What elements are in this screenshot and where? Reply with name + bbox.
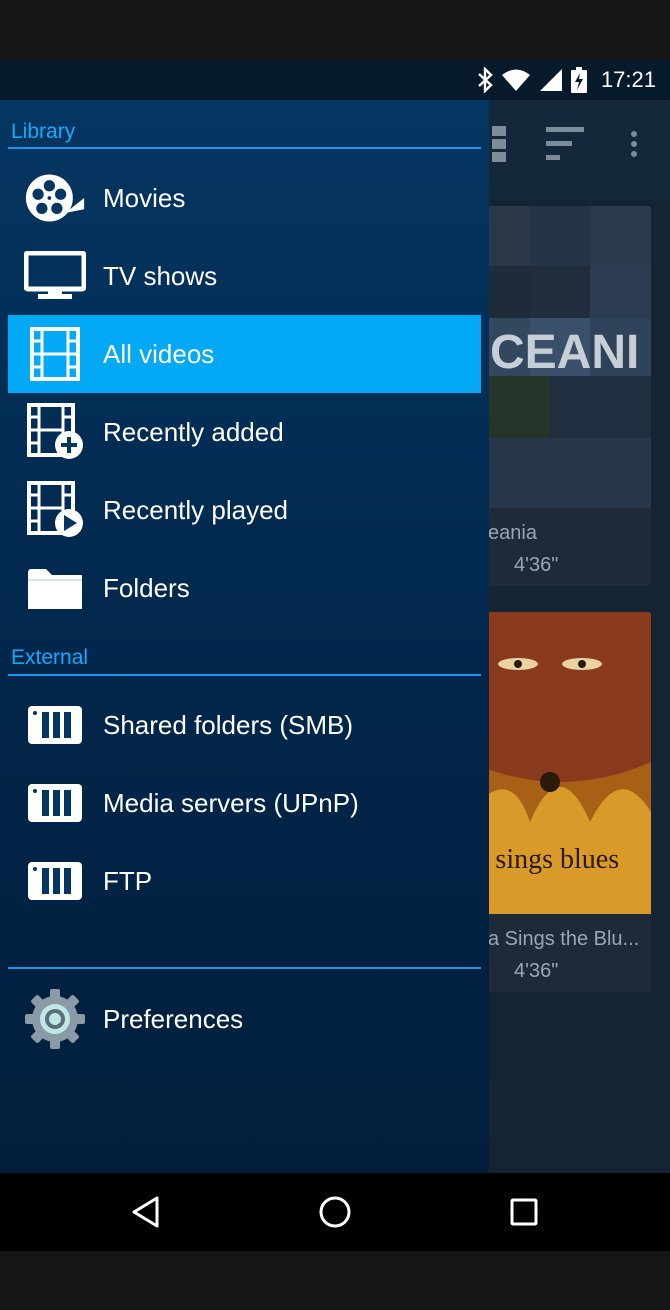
nav-item-folders[interactable]: Folders — [8, 549, 481, 627]
nav-item-ftp[interactable]: FTP — [8, 842, 481, 920]
preferences-divider — [8, 967, 481, 969]
nav-label-ftp: FTP — [103, 865, 153, 896]
system-navigation-bar — [0, 1173, 670, 1251]
film-add-icon — [24, 403, 86, 460]
gear-icon — [24, 989, 86, 1049]
svg-text:a sings blues: a sings blues — [476, 844, 619, 875]
back-icon — [132, 1196, 159, 1228]
overflow-menu-icon[interactable] — [626, 122, 642, 166]
svg-text:CEANI: CEANI — [490, 326, 639, 379]
nav-label-recently-added: Recently added — [103, 416, 284, 447]
nav-label-movies: Movies — [103, 182, 186, 213]
status-icons: 17:21 — [477, 64, 656, 96]
video-duration-2: 4'36" — [514, 960, 559, 982]
video-thumbnail-1: CEANI — [470, 206, 651, 508]
nav-item-movies[interactable]: Movies — [8, 159, 481, 237]
phone-screen: 17:21 CEANI eania 4'36" a sings blues a … — [0, 60, 670, 1251]
battery-charging-icon — [570, 67, 587, 93]
recents-icon — [510, 1198, 538, 1226]
server-icon — [24, 853, 86, 909]
video-duration-1: 4'36" — [514, 554, 559, 576]
nav-label-media-servers: Media servers (UPnP) — [103, 787, 359, 818]
nav-item-recently-added[interactable]: Recently added — [8, 393, 481, 471]
video-card-2[interactable]: a sings blues a Sings the Blu... 4'36" — [470, 612, 651, 992]
recents-button[interactable] — [504, 1192, 544, 1232]
status-bar: 17:21 — [0, 60, 670, 100]
bluetooth-icon — [478, 67, 493, 93]
signal-icon — [539, 69, 562, 91]
video-title-1: eania — [488, 522, 537, 544]
nav-item-all-videos[interactable]: All videos — [8, 315, 481, 393]
server-icon — [24, 697, 86, 753]
nav-item-tv-shows[interactable]: TV shows — [8, 237, 481, 315]
film-strip-icon — [24, 326, 86, 382]
top-letterbox — [0, 0, 670, 60]
navigation-drawer: Library Movies TV shows All videos Recen… — [0, 100, 489, 1173]
movie-reel-icon — [24, 170, 86, 226]
video-thumbnail-2: a sings blues — [470, 612, 651, 914]
film-play-icon — [24, 481, 86, 538]
nav-label-preferences: Preferences — [103, 1003, 244, 1034]
nav-label-tv-shows: TV shows — [103, 260, 218, 291]
nav-item-preferences[interactable]: Preferences — [8, 980, 481, 1058]
server-icon — [24, 775, 86, 831]
bottom-letterbox — [0, 1251, 670, 1310]
nav-item-recently-played[interactable]: Recently played — [8, 471, 481, 549]
nav-label-shared-folders: Shared folders (SMB) — [103, 709, 353, 740]
nav-item-shared-folders-smb[interactable]: Shared folders (SMB) — [8, 686, 481, 764]
tv-icon — [24, 248, 86, 304]
folder-icon — [24, 560, 86, 616]
sort-icon[interactable] — [544, 122, 588, 166]
library-divider — [8, 147, 481, 149]
nav-label-recently-played: Recently played — [103, 494, 288, 525]
nav-item-media-servers-upnp[interactable]: Media servers (UPnP) — [8, 764, 481, 842]
library-section-header: Library — [11, 120, 76, 143]
back-button[interactable] — [126, 1192, 166, 1232]
external-section-header: External — [11, 646, 89, 669]
video-card-1[interactable]: CEANI eania 4'36" — [470, 206, 651, 586]
video-title-2: a Sings the Blu... — [488, 928, 640, 950]
external-divider — [8, 674, 481, 676]
nav-label-all-videos: All videos — [103, 338, 215, 369]
nav-label-folders: Folders — [103, 572, 190, 603]
home-icon — [319, 1196, 351, 1228]
wifi-icon — [501, 69, 530, 91]
home-button[interactable] — [315, 1192, 355, 1232]
status-time: 17:21 — [600, 67, 656, 92]
